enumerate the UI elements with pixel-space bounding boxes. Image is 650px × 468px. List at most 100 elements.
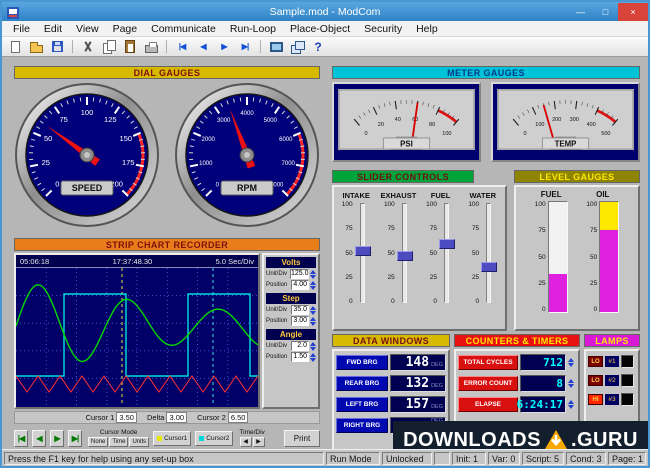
cut-icon[interactable] xyxy=(79,39,97,55)
angle-position-input[interactable]: 1.50 xyxy=(291,352,309,362)
menu-communicate[interactable]: Communicate xyxy=(144,22,223,36)
slider-track[interactable] xyxy=(439,201,455,305)
cursor1-button[interactable]: Cursor1 xyxy=(153,431,191,446)
monitor-icon[interactable] xyxy=(267,39,285,55)
rpm-dial-gauge: 010002000300040005000600070008000RPM xyxy=(174,82,320,228)
help-icon[interactable]: ? xyxy=(309,39,327,55)
app-icon xyxy=(7,6,19,18)
svg-text:50: 50 xyxy=(44,134,52,143)
paste-icon[interactable] xyxy=(121,39,139,55)
close-button[interactable]: × xyxy=(618,3,648,21)
svg-text:200: 200 xyxy=(552,117,561,123)
step-unit-div-spinner[interactable] xyxy=(310,306,316,315)
cursor2-color-swatch xyxy=(199,436,204,441)
title-bar: Sample.mod - ModCom — □ × xyxy=(2,2,648,21)
windows-icon[interactable] xyxy=(288,39,306,55)
slider-track[interactable] xyxy=(397,201,413,305)
print-button[interactable]: Print xyxy=(284,430,320,447)
menu-page[interactable]: Page xyxy=(106,22,145,36)
menu-edit[interactable]: Edit xyxy=(37,22,69,36)
temp-meter: 0100200300400500TEMP xyxy=(497,89,634,155)
volts-unit-div-input[interactable]: 125.0 xyxy=(290,269,309,279)
table-row: TOTAL CYCLES712 xyxy=(458,354,576,371)
slider-track[interactable] xyxy=(481,201,497,305)
error-count-spinner[interactable] xyxy=(568,379,574,388)
nav-last-icon[interactable]: ▶| xyxy=(236,39,254,55)
slider-scale: 1007550250 xyxy=(426,201,437,305)
speed-dial-gauge: 0255075100125150175200SPEED xyxy=(14,82,160,228)
channel-step-label: Step xyxy=(266,293,316,304)
channel-angle: Angle Unit/Div2.0 Position1.50 xyxy=(266,329,316,362)
menu-security[interactable]: Security xyxy=(357,22,409,36)
status-cond-3: Cond: 3 xyxy=(566,452,606,465)
svg-text:20: 20 xyxy=(378,122,384,128)
cursor-mode-time-button[interactable]: Time xyxy=(109,437,128,447)
time-div-decrease-icon[interactable]: ◀ xyxy=(240,437,252,447)
volts-position-input[interactable]: 4.00 xyxy=(291,280,309,290)
print-icon[interactable] xyxy=(142,39,160,55)
cursor2-button[interactable]: Cursor2 xyxy=(195,431,233,446)
lamp1-indicator xyxy=(621,355,634,368)
menu-help[interactable]: Help xyxy=(409,22,445,36)
svg-text:100: 100 xyxy=(535,122,544,128)
slider-thumb[interactable] xyxy=(481,262,497,272)
menu-run-loop[interactable]: Run-Loop xyxy=(223,22,283,36)
cursor-mode-units-button[interactable]: Units xyxy=(129,437,149,447)
step-position-input[interactable]: 3.00 xyxy=(291,316,309,326)
cursor2-readout: Cursor 26.50 xyxy=(197,413,248,422)
slider-thumb[interactable] xyxy=(355,246,371,256)
slider-label: INTAKE xyxy=(343,191,370,200)
chart-controls: |◀ ◀ ▶ ▶| Cursor Mode None Time Units Cu… xyxy=(14,426,320,450)
chart-prev-button[interactable]: ◀ xyxy=(32,430,46,447)
lamp3-number: #3 xyxy=(605,394,619,405)
status-bar: Press the F1 key for help using any set-… xyxy=(2,449,648,466)
table-row: REAR BRG132DEG xyxy=(336,375,446,392)
step-position-spinner[interactable] xyxy=(310,317,316,326)
fwd-brg-label: FWD BRG xyxy=(336,355,388,370)
menu-view[interactable]: View xyxy=(69,22,106,36)
step-unit-div-input[interactable]: 35.0 xyxy=(291,305,309,315)
status-unlocked: Unlocked xyxy=(382,452,432,465)
channel-step: Step Unit/Div35.0 Position3.00 xyxy=(266,293,316,326)
angle-position-spinner[interactable] xyxy=(310,353,316,362)
download-triangle-icon xyxy=(544,429,568,451)
unit-div-label: Unit/Div xyxy=(266,343,290,349)
open-icon[interactable] xyxy=(27,39,45,55)
slider-thumb[interactable] xyxy=(439,239,455,249)
cursor-mode-none-button[interactable]: None xyxy=(88,437,108,447)
total-cycles-spinner[interactable] xyxy=(568,358,574,367)
nav-prev-icon[interactable]: ◀ xyxy=(194,39,212,55)
elapse-spinner[interactable] xyxy=(568,400,574,409)
nav-next-icon[interactable]: ▶ xyxy=(215,39,233,55)
nav-first-icon[interactable]: |◀ xyxy=(173,39,191,55)
angle-unit-div-input[interactable]: 2.0 xyxy=(291,341,309,351)
chart-first-button[interactable]: |◀ xyxy=(14,430,28,447)
save-icon[interactable] xyxy=(48,39,66,55)
psi-meter: 020406080100PSI xyxy=(338,89,475,155)
chart-next-button[interactable]: ▶ xyxy=(50,430,64,447)
lamp3-state-badge: HI xyxy=(588,394,603,405)
maximize-button[interactable]: □ xyxy=(593,3,618,21)
slider-label: EXHAUST xyxy=(380,191,416,200)
psi-meter-panel: 020406080100PSI xyxy=(332,82,481,162)
cursor-mode-label: Cursor Mode xyxy=(100,429,138,436)
menu-file[interactable]: File xyxy=(6,22,37,36)
slider-thumb[interactable] xyxy=(397,251,413,261)
menu-place-object[interactable]: Place-Object xyxy=(283,22,357,36)
status-help-text: Press the F1 key for help using any set-… xyxy=(4,452,324,465)
svg-text:400: 400 xyxy=(586,122,595,128)
time-div-increase-icon[interactable]: ▶ xyxy=(253,437,265,447)
app-window: Sample.mod - ModCom — □ × FileEditViewPa… xyxy=(0,0,650,468)
slider-track[interactable] xyxy=(355,201,371,305)
volts-position-spinner[interactable] xyxy=(310,281,316,290)
minimize-button[interactable]: — xyxy=(568,3,593,21)
volts-unit-div-spinner[interactable] xyxy=(310,270,316,279)
level-scale: 1007550250 xyxy=(535,201,546,313)
chart-last-button[interactable]: ▶| xyxy=(68,430,82,447)
new-icon[interactable] xyxy=(6,39,24,55)
slider-exhaust: EXHAUST1007550250 xyxy=(378,189,418,329)
angle-unit-div-spinner[interactable] xyxy=(310,342,316,351)
data-windows-header: DATA WINDOWS xyxy=(332,334,450,347)
strip-chart-frame: 05:06:18 17:37:48.30 5.0 Sec/Div xyxy=(14,253,260,409)
copy-icon[interactable] xyxy=(100,39,118,55)
